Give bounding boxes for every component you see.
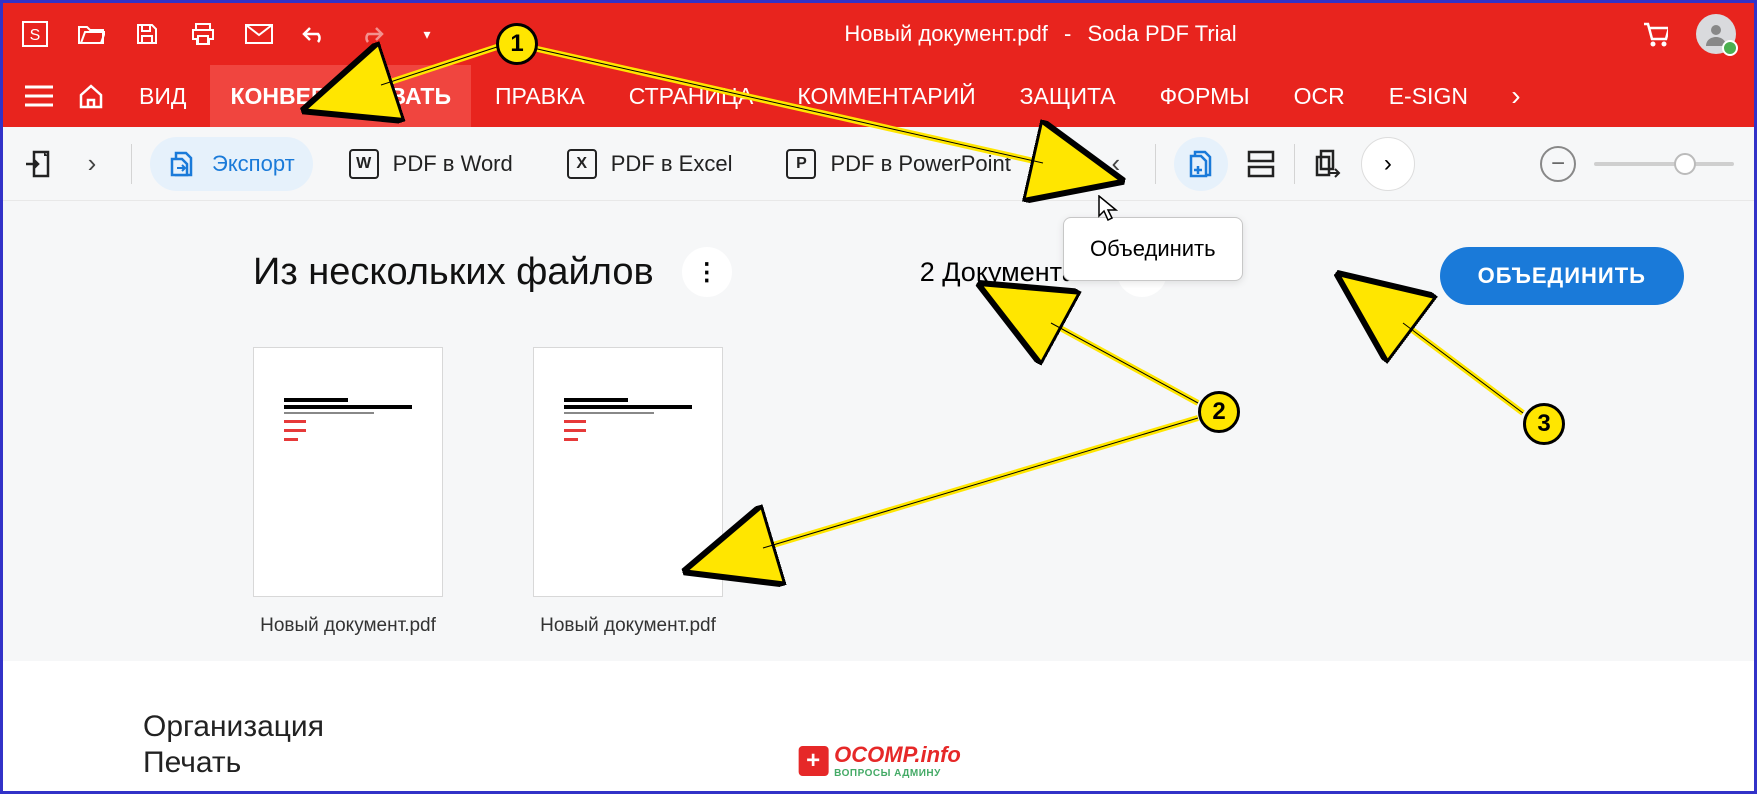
badge-2: 2 xyxy=(1198,391,1240,433)
badge-1: 1 xyxy=(496,23,538,65)
badge-3: 3 xyxy=(1523,403,1565,445)
annotation-arrows xyxy=(3,3,1757,797)
cursor-icon xyxy=(1098,195,1118,221)
